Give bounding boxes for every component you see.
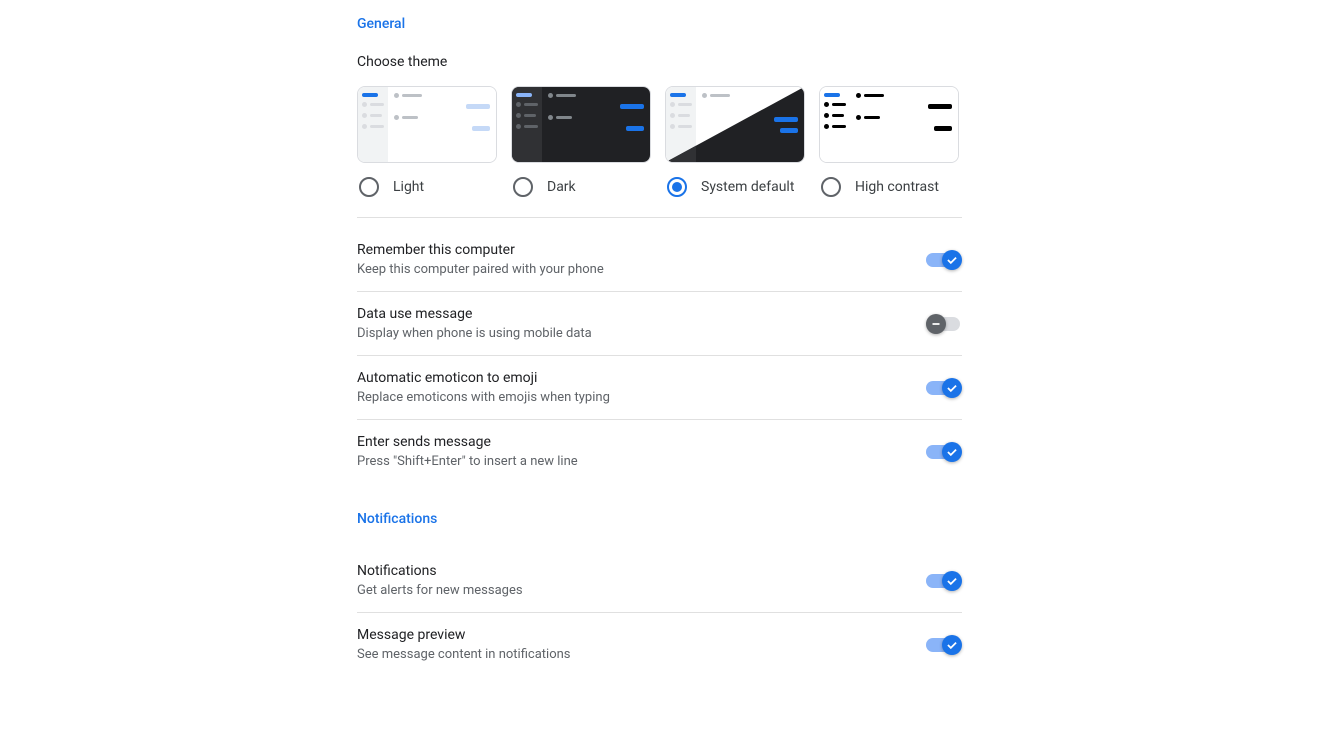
setting-title: Automatic emoticon to emoji bbox=[357, 370, 926, 386]
minus-icon bbox=[929, 317, 943, 331]
setting-text: Enter sends message Press "Shift+Enter" t… bbox=[357, 434, 926, 469]
setting-desc: Replace emoticons with emojis when typin… bbox=[357, 390, 926, 405]
setting-desc: Get alerts for new messages bbox=[357, 583, 926, 598]
notification-settings-list: Notifications Get alerts for new messages… bbox=[357, 549, 962, 676]
setting-text: Automatic emoticon to emoji Replace emoti… bbox=[357, 370, 926, 405]
setting-desc: Display when phone is using mobile data bbox=[357, 326, 926, 341]
radio-label: System default bbox=[701, 179, 794, 195]
setting-text: Notifications Get alerts for new messages bbox=[357, 563, 926, 598]
check-icon bbox=[945, 574, 959, 588]
setting-row: Notifications Get alerts for new messages bbox=[357, 549, 962, 613]
toggle-switch[interactable] bbox=[926, 314, 962, 334]
theme-card-high-contrast[interactable] bbox=[819, 86, 959, 163]
radio-icon bbox=[667, 177, 687, 197]
radio-icon bbox=[359, 177, 379, 197]
setting-text: Remember this computer Keep this computer… bbox=[357, 242, 926, 277]
check-icon bbox=[945, 638, 959, 652]
theme-radio-system-default[interactable]: System default bbox=[665, 177, 805, 197]
setting-row: Data use message Display when phone is us… bbox=[357, 292, 962, 356]
toggle-switch[interactable] bbox=[926, 635, 962, 655]
settings-content: General Choose theme bbox=[357, 0, 962, 676]
setting-title: Notifications bbox=[357, 563, 926, 579]
setting-desc: See message content in notifications bbox=[357, 647, 926, 662]
theme-radio-light[interactable]: Light bbox=[357, 177, 497, 197]
check-icon bbox=[945, 253, 959, 267]
setting-desc: Press "Shift+Enter" to insert a new line bbox=[357, 454, 926, 469]
setting-title: Remember this computer bbox=[357, 242, 926, 258]
theme-radio-high-contrast[interactable]: High contrast bbox=[819, 177, 959, 197]
toggle-switch[interactable] bbox=[926, 250, 962, 270]
theme-card-dark[interactable] bbox=[511, 86, 651, 163]
theme-radio-dark[interactable]: Dark bbox=[511, 177, 651, 197]
setting-title: Data use message bbox=[357, 306, 926, 322]
setting-row: Message preview See message content in no… bbox=[357, 613, 962, 676]
radio-label: High contrast bbox=[855, 179, 939, 195]
radio-label: Light bbox=[393, 179, 424, 195]
radio-icon bbox=[513, 177, 533, 197]
check-icon bbox=[945, 445, 959, 459]
radio-icon bbox=[821, 177, 841, 197]
theme-grid bbox=[357, 86, 962, 163]
setting-title: Message preview bbox=[357, 627, 926, 643]
toggle-switch[interactable] bbox=[926, 571, 962, 591]
general-settings-list: Remember this computer Keep this computer… bbox=[357, 228, 962, 483]
theme-radio-group: Light Dark System default High contrast bbox=[357, 177, 962, 197]
theme-card-light[interactable] bbox=[357, 86, 497, 163]
setting-text: Data use message Display when phone is us… bbox=[357, 306, 926, 341]
setting-row: Automatic emoticon to emoji Replace emoti… bbox=[357, 356, 962, 420]
theme-card-system-default[interactable] bbox=[665, 86, 805, 163]
check-icon bbox=[945, 381, 959, 395]
setting-row: Enter sends message Press "Shift+Enter" t… bbox=[357, 420, 962, 483]
toggle-switch[interactable] bbox=[926, 378, 962, 398]
section-title-general: General bbox=[357, 16, 962, 32]
setting-title: Enter sends message bbox=[357, 434, 926, 450]
radio-label: Dark bbox=[547, 179, 576, 195]
divider bbox=[357, 217, 962, 218]
setting-desc: Keep this computer paired with your phon… bbox=[357, 262, 926, 277]
section-title-notifications: Notifications bbox=[357, 511, 962, 527]
setting-text: Message preview See message content in no… bbox=[357, 627, 926, 662]
toggle-switch[interactable] bbox=[926, 442, 962, 462]
setting-row: Remember this computer Keep this computer… bbox=[357, 228, 962, 292]
theme-label: Choose theme bbox=[357, 54, 962, 70]
